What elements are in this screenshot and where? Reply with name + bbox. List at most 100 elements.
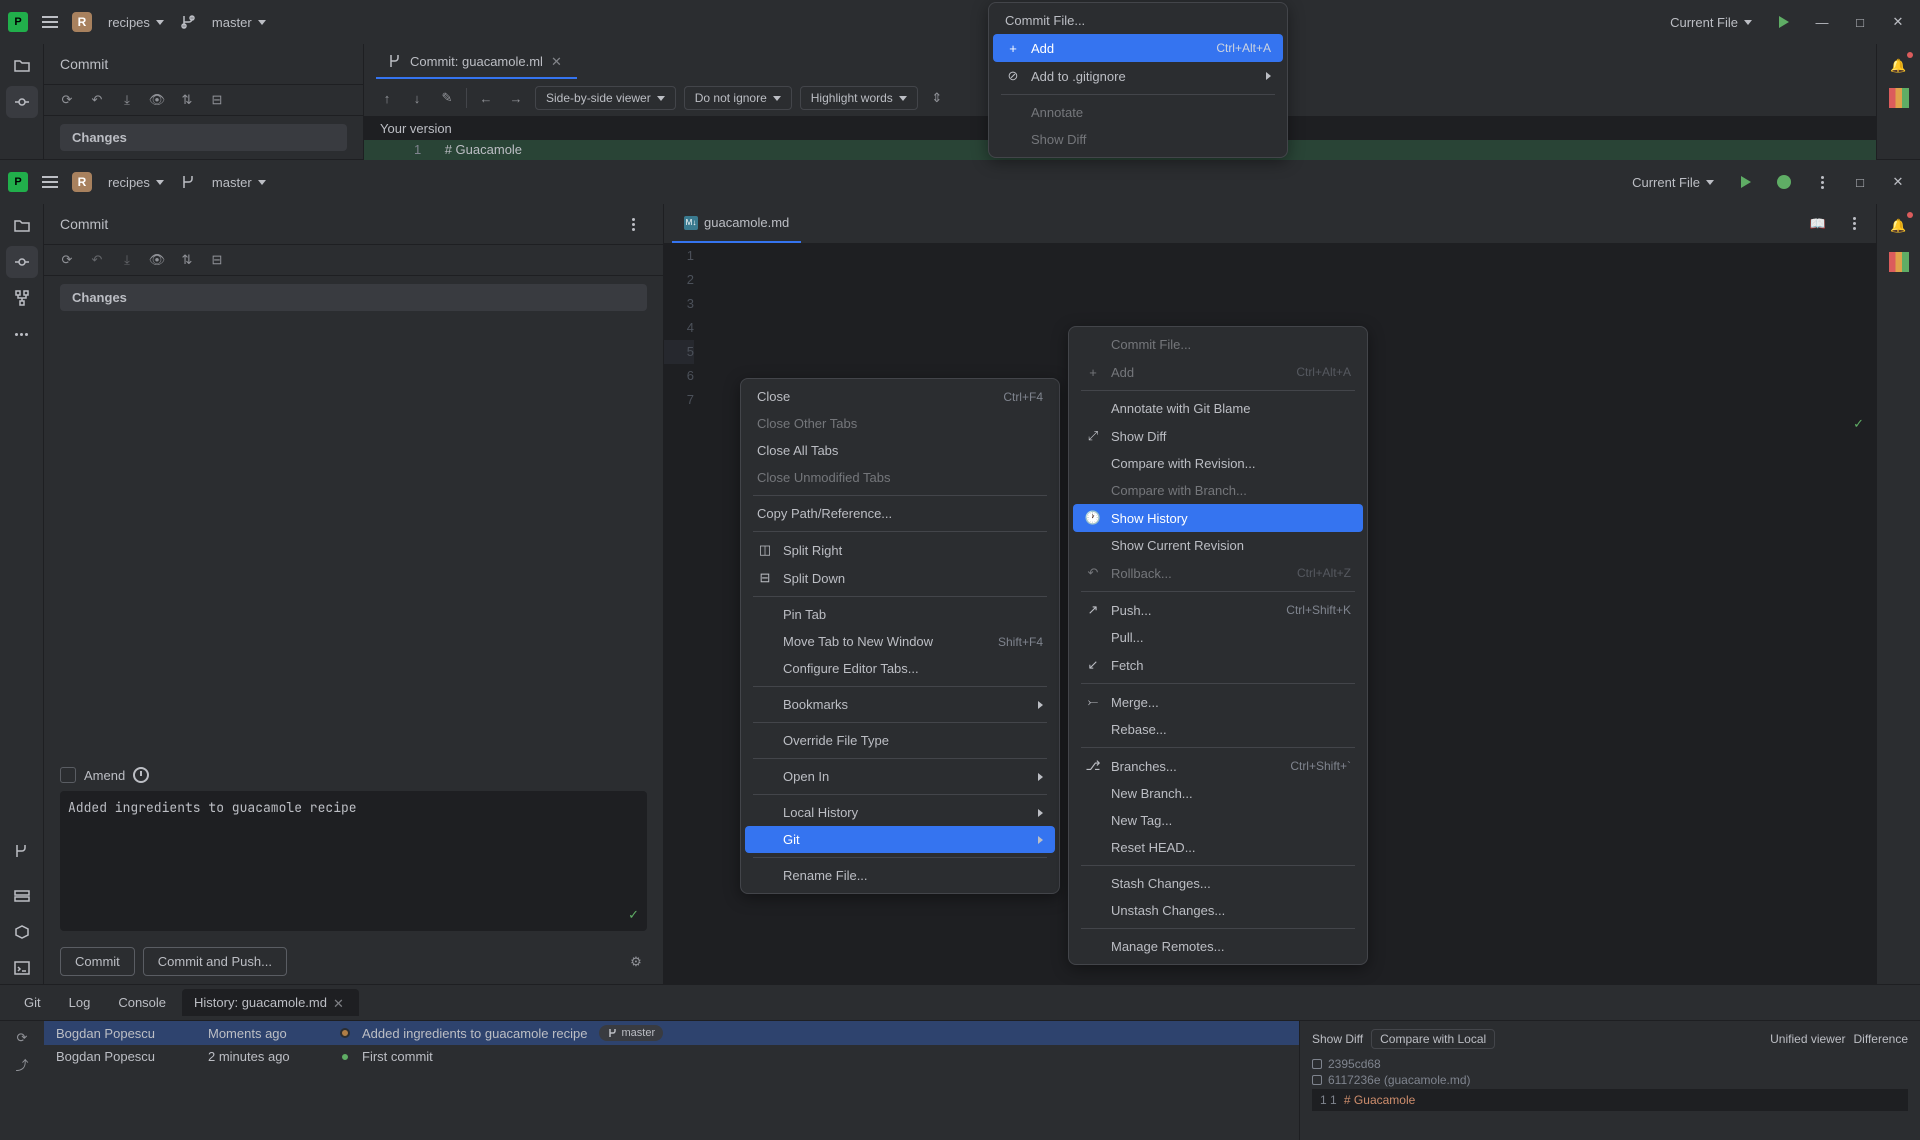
- project-tool-icon[interactable]: [6, 210, 38, 242]
- menu-split-down[interactable]: ⊟Split Down: [745, 564, 1055, 592]
- ignore-mode-select[interactable]: Do not ignore: [684, 86, 792, 110]
- commit-tool-icon[interactable]: [6, 86, 38, 118]
- menu-new-branch[interactable]: New Branch...: [1073, 780, 1363, 807]
- history-row[interactable]: Bogdan Popescu 2 minutes ago First commi…: [44, 1045, 1299, 1068]
- menu-new-tag[interactable]: New Tag...: [1073, 807, 1363, 834]
- refresh-icon[interactable]: ⟳: [56, 249, 78, 271]
- bookshelf-icon[interactable]: [1883, 246, 1915, 278]
- structure-tool-icon[interactable]: [6, 282, 38, 314]
- services-tool-icon[interactable]: [6, 880, 38, 912]
- run-config-dropdown[interactable]: Current File: [1662, 11, 1760, 34]
- close-button[interactable]: ✕: [1884, 8, 1912, 36]
- run-config-dropdown[interactable]: Current File: [1624, 171, 1722, 194]
- menu-branches[interactable]: ⎇Branches...Ctrl+Shift+`: [1073, 752, 1363, 780]
- next-diff-icon[interactable]: ↓: [406, 87, 428, 109]
- project-dropdown[interactable]: recipes: [100, 171, 172, 194]
- prev-diff-icon[interactable]: ↑: [376, 87, 398, 109]
- tab-history[interactable]: History: guacamole.md ✕: [182, 989, 359, 1016]
- menu-rename-file[interactable]: Rename File...: [745, 862, 1055, 889]
- menu-split-right[interactable]: ◫Split Right: [745, 536, 1055, 564]
- menu-git[interactable]: Git: [745, 826, 1055, 853]
- tab-console[interactable]: Console: [106, 989, 178, 1016]
- menu-close[interactable]: CloseCtrl+F4: [745, 383, 1055, 410]
- menu-rebase[interactable]: Rebase...: [1073, 716, 1363, 743]
- menu-commit-file[interactable]: Commit File...: [993, 7, 1283, 34]
- collapse-icon[interactable]: ⊟: [206, 89, 228, 111]
- menu-show-current-revision[interactable]: Show Current Revision: [1073, 532, 1363, 559]
- menu-fetch[interactable]: ↙Fetch: [1073, 651, 1363, 679]
- menu-configure-tabs[interactable]: Configure Editor Tabs...: [745, 655, 1055, 682]
- menu-push[interactable]: ↗Push...Ctrl+Shift+K: [1073, 596, 1363, 624]
- rollback-icon[interactable]: ↶: [86, 89, 108, 111]
- tab-git[interactable]: Git: [12, 989, 53, 1016]
- more-tools-icon[interactable]: [6, 318, 38, 350]
- run-button[interactable]: [1770, 8, 1798, 36]
- menu-show-history[interactable]: 🕐Show History: [1073, 504, 1363, 532]
- more-button[interactable]: [1808, 168, 1836, 196]
- commit-push-button[interactable]: Commit and Push...: [143, 947, 287, 976]
- menu-merge[interactable]: ⤚Merge...: [1073, 688, 1363, 716]
- folder-icon[interactable]: [6, 50, 38, 82]
- close-icon[interactable]: ✕: [333, 996, 347, 1010]
- history-row[interactable]: Bogdan Popescu Moments ago Added ingredi…: [44, 1021, 1299, 1045]
- menu-add[interactable]: + Add Ctrl+Alt+A: [993, 34, 1283, 62]
- commit-message-field[interactable]: ✓: [60, 791, 647, 931]
- changes-node[interactable]: Changes: [60, 124, 347, 151]
- commit-button[interactable]: Commit: [60, 947, 135, 976]
- close-button[interactable]: ✕: [1884, 168, 1912, 196]
- close-icon[interactable]: ✕: [551, 54, 565, 68]
- diff-icon[interactable]: 👁: [146, 249, 168, 271]
- reader-mode-icon[interactable]: 📖: [1804, 210, 1832, 238]
- shelve-icon[interactable]: ⤓: [116, 89, 138, 111]
- changes-node[interactable]: Changes: [60, 284, 647, 311]
- menu-pin-tab[interactable]: Pin Tab: [745, 601, 1055, 628]
- changelist-icon[interactable]: ⇅: [176, 249, 198, 271]
- menu-manage-remotes[interactable]: Manage Remotes...: [1073, 933, 1363, 960]
- debug-button[interactable]: [1770, 168, 1798, 196]
- compare-local-action[interactable]: Compare with Local: [1371, 1029, 1495, 1049]
- vcs-tool-icon[interactable]: [6, 836, 38, 868]
- menu-copy-path[interactable]: Copy Path/Reference...: [745, 500, 1055, 527]
- redo-icon[interactable]: →: [505, 87, 527, 109]
- menu-local-history[interactable]: Local History: [745, 799, 1055, 826]
- panel-options-icon[interactable]: [619, 210, 647, 238]
- group-icon[interactable]: ⇅: [176, 89, 198, 111]
- menu-compare-revision[interactable]: Compare with Revision...: [1073, 450, 1363, 477]
- branch-dropdown[interactable]: master: [204, 11, 274, 34]
- project-dropdown[interactable]: recipes: [100, 11, 172, 34]
- run-button[interactable]: [1732, 168, 1760, 196]
- python-packages-icon[interactable]: [6, 916, 38, 948]
- menu-reset-head[interactable]: Reset HEAD...: [1073, 834, 1363, 861]
- notifications-icon[interactable]: 🔔: [1883, 210, 1915, 242]
- main-menu-button[interactable]: [36, 8, 64, 36]
- menu-move-tab[interactable]: Move Tab to New WindowShift+F4: [745, 628, 1055, 655]
- unified-viewer-select[interactable]: Unified viewer: [1770, 1032, 1845, 1046]
- terminal-tool-icon[interactable]: [6, 952, 38, 984]
- branch-dropdown[interactable]: master: [204, 171, 274, 194]
- commit-tool-icon[interactable]: [6, 246, 38, 278]
- inspection-widget[interactable]: ✓: [1853, 416, 1864, 432]
- menu-close-all[interactable]: Close All Tabs: [745, 437, 1055, 464]
- diff-icon[interactable]: 👁: [146, 89, 168, 111]
- editor-tab-guacamole[interactable]: M↓ guacamole.md: [672, 204, 801, 243]
- minimize-button[interactable]: —: [1808, 8, 1836, 36]
- history-icon[interactable]: [133, 767, 149, 783]
- undo-icon[interactable]: ←: [475, 87, 497, 109]
- edit-icon[interactable]: ✎: [436, 87, 458, 109]
- gear-icon[interactable]: ⚙: [625, 951, 647, 973]
- rollback-icon[interactable]: ↶: [86, 249, 108, 271]
- diff-tab[interactable]: Commit: guacamole.ml ✕: [376, 46, 577, 79]
- menu-bookmarks[interactable]: Bookmarks: [745, 691, 1055, 718]
- notifications-icon[interactable]: 🔔: [1883, 50, 1915, 82]
- refresh-icon[interactable]: ⟳: [56, 89, 78, 111]
- show-diff-action[interactable]: Show Diff: [1312, 1032, 1363, 1046]
- more-tab-icon[interactable]: [1840, 210, 1868, 238]
- shelve-icon[interactable]: ⤓: [116, 249, 138, 271]
- menu-override-type[interactable]: Override File Type: [745, 727, 1055, 754]
- collapse-unchanged-icon[interactable]: ⇕: [926, 87, 948, 109]
- menu-annotate-blame[interactable]: Annotate with Git Blame: [1073, 395, 1363, 422]
- tab-log[interactable]: Log: [57, 989, 103, 1016]
- commit-message-input[interactable]: [68, 799, 639, 923]
- menu-show-diff[interactable]: ⤢Show Diff: [1073, 422, 1363, 450]
- menu-add-gitignore[interactable]: ⊘ Add to .gitignore: [993, 62, 1283, 90]
